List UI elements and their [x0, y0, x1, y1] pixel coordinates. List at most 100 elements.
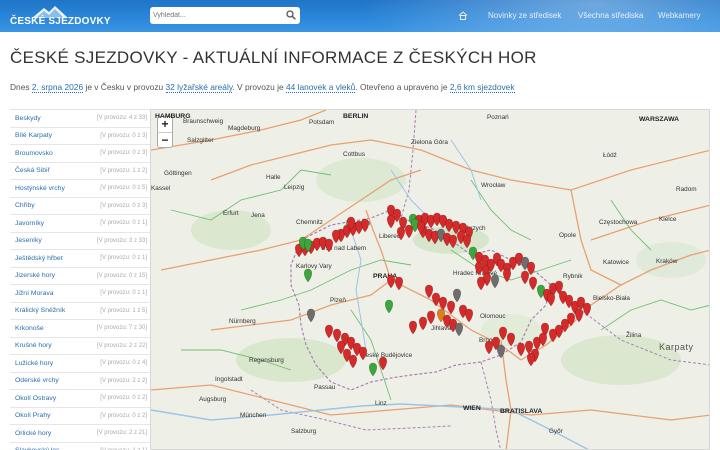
- map-city-label: Plzeň: [330, 297, 346, 304]
- region-status: [V provozu: 0 z 3]: [100, 132, 147, 139]
- search-icon[interactable]: [286, 10, 296, 20]
- map-city-label: München: [240, 412, 267, 419]
- map-city-label: Jihlava: [431, 325, 451, 332]
- map-city-label: Augsburg: [199, 396, 227, 403]
- region-name[interactable]: Ještědský hřbet: [15, 255, 63, 262]
- region-item[interactable]: Javorníky [V provozu: 0 z 1]: [10, 215, 150, 233]
- region-status: [V provozu: 2 z 21]: [96, 430, 147, 437]
- region-status: [V provozu: 0 z 2]: [100, 395, 147, 402]
- map-city-label: Erfurt: [223, 210, 239, 217]
- region-item[interactable]: Bílé Karpaty [V provozu: 0 z 3]: [10, 128, 150, 145]
- zoom-out-button[interactable]: −: [158, 132, 172, 147]
- map-city-label: Ingolstadt: [215, 376, 243, 383]
- logo-text: České sjezdovky: [10, 16, 111, 27]
- region-list: Beskydy [V provozu: 4 z 33] Bílé Karpaty [V…: [10, 109, 150, 450]
- region-name[interactable]: Krkonoše: [15, 325, 44, 332]
- map-city-label: Linz: [375, 400, 387, 407]
- map-base: [151, 110, 709, 449]
- map-city-label: Nürnberg: [229, 318, 256, 325]
- region-item[interactable]: Okolí Ostravy [V provozu: 0 z 2]: [10, 390, 150, 408]
- region-status: [V provozu: 0 z 5]: [100, 185, 147, 192]
- map-city-label: Passau: [314, 384, 336, 391]
- map-city-label: Ústí nad Labem: [321, 245, 367, 252]
- map-city-label: Zielona Góra: [411, 139, 448, 146]
- region-item[interactable]: Okolí Prahy [V provozu: 0 z 2]: [10, 408, 150, 425]
- region-name[interactable]: Chřiby: [15, 202, 35, 209]
- region-item[interactable]: Hostýnské vrchy [V provozu: 0 z 5]: [10, 180, 150, 198]
- resort-map[interactable]: + − HAMBURG Braunschweig Potsdam BERLIN …: [150, 109, 710, 450]
- region-name[interactable]: Česká Sibiř: [15, 167, 50, 174]
- resorts-link[interactable]: 32 lyžařské areály: [165, 82, 233, 93]
- lifts-link[interactable]: 44 lanovek a vleků: [285, 82, 356, 93]
- region-name[interactable]: Broumovsko: [15, 150, 53, 157]
- map-city-label: Katowice: [603, 259, 629, 266]
- region-name[interactable]: Lužické hory: [15, 360, 53, 367]
- map-city-label: WARSZAWA: [639, 116, 680, 123]
- stats-text: Dnes: [10, 82, 32, 92]
- region-name[interactable]: Beskydy: [15, 115, 41, 122]
- region-item[interactable]: Ještědský hřbet [V provozu: 0 z 1]: [10, 250, 150, 268]
- page-title: ČESKÉ SJEZDOVKY - AKTUÁLNÍ INFORMACE Z Č…: [10, 48, 537, 67]
- site-logo[interactable]: České sjezdovky: [10, 5, 111, 29]
- region-item[interactable]: Krkonoše [V provozu: 7 z 30]: [10, 320, 150, 338]
- region-name[interactable]: Oderské vrchy: [15, 377, 59, 384]
- map-city-label: Bielsko-Biała: [593, 295, 630, 302]
- date-link[interactable]: 2. srpna 2026: [31, 82, 84, 93]
- region-name[interactable]: Krušné hory: [15, 342, 52, 349]
- region-name[interactable]: Okolí Ostravy: [15, 395, 56, 402]
- region-name[interactable]: Okolí Prahy: [15, 412, 51, 419]
- region-item[interactable]: Slavkovský les[V provozu: 1 z 1]: [10, 443, 150, 450]
- stats-text: je v Česku v provozu: [83, 82, 166, 92]
- map-city-label: České Budějovice: [361, 352, 413, 359]
- map-city-label: Potsdam: [309, 119, 335, 126]
- home-icon[interactable]: [458, 11, 468, 20]
- region-item[interactable]: Lužické hory [V provozu: 0 z 4]: [10, 355, 150, 373]
- region-item[interactable]: Jižní Morava [V provozu: 0 z 1]: [10, 285, 150, 303]
- map-city-label: Jena: [251, 212, 265, 219]
- slopes-link[interactable]: 2,6 km sjezdovek: [449, 82, 515, 93]
- region-item[interactable]: Broumovsko [V provozu: 0 z 3]: [10, 145, 150, 163]
- map-city-label: Kielce: [659, 216, 677, 223]
- nav-news[interactable]: Novinky ze středisek: [488, 11, 561, 20]
- region-item[interactable]: Krušné hory [V provozu: 2 z 22]: [10, 338, 150, 355]
- region-name[interactable]: Hostýnské vrchy: [15, 185, 65, 192]
- map-city-label: Göttingen: [164, 170, 192, 177]
- region-name[interactable]: Bílé Karpaty: [15, 132, 52, 139]
- region-item[interactable]: Orlické hory [V provozu: 2 z 21]: [10, 425, 150, 443]
- map-city-label: Chemnitz: [296, 219, 323, 226]
- nav-all-resorts[interactable]: Všechna střediska: [578, 11, 643, 20]
- region-status: [V provozu: 1 z 2]: [100, 167, 147, 174]
- region-item[interactable]: Jeseníky [V provozu: 3 z 33]: [10, 233, 150, 250]
- region-item[interactable]: Oderské vrchy [V provozu: 2 z 2]: [10, 373, 150, 390]
- region-name[interactable]: Jižní Morava: [15, 290, 54, 297]
- map-city-label: Leipzig: [284, 184, 305, 191]
- region-name[interactable]: Jeseníky: [15, 237, 42, 244]
- region-name[interactable]: Orlické hory: [15, 430, 51, 437]
- region-name[interactable]: Javorníky: [15, 220, 44, 227]
- search-box: [150, 7, 300, 24]
- region-item[interactable]: Králický Sněžník [V provozu: 1 z 5]: [10, 303, 150, 320]
- region-status: [V provozu: 0 z 15]: [96, 272, 147, 279]
- region-item[interactable]: Beskydy [V provozu: 4 z 33]: [10, 110, 150, 128]
- map-city-label: Karpaty: [659, 342, 694, 352]
- map-city-label: Kassel: [151, 185, 171, 192]
- nav-webcams[interactable]: Webkamery: [658, 11, 701, 20]
- map-city-label: Kraków: [656, 258, 678, 265]
- stats-text: . Otevřeno a upraveno je: [355, 82, 450, 92]
- search-input[interactable]: [153, 8, 281, 23]
- map-city-label: Brno: [479, 337, 493, 344]
- map-city-label: Halle: [266, 174, 281, 181]
- map-city-label: Dresden: [346, 220, 371, 227]
- region-name[interactable]: Králický Sněžník: [15, 307, 65, 314]
- region-item[interactable]: Česká Sibiř [V provozu: 1 z 2]: [10, 163, 150, 180]
- map-city-label: Wałbrzych: [456, 225, 486, 232]
- region-item[interactable]: Chřiby [V provozu: 0 z 3]: [10, 198, 150, 215]
- region-name[interactable]: Jizerské hory: [15, 272, 55, 279]
- region-status: [V provozu: 3 z 33]: [96, 237, 147, 244]
- map-city-label: WIEN: [463, 405, 481, 412]
- map-city-label: BERLIN: [343, 113, 369, 120]
- map-city-label: Cottbus: [343, 151, 366, 158]
- map-city-label: Braunschweig: [183, 118, 224, 125]
- region-status: [V provozu: 2 z 22]: [96, 342, 147, 349]
- region-item[interactable]: Jizerské hory [V provozu: 0 z 15]: [10, 268, 150, 285]
